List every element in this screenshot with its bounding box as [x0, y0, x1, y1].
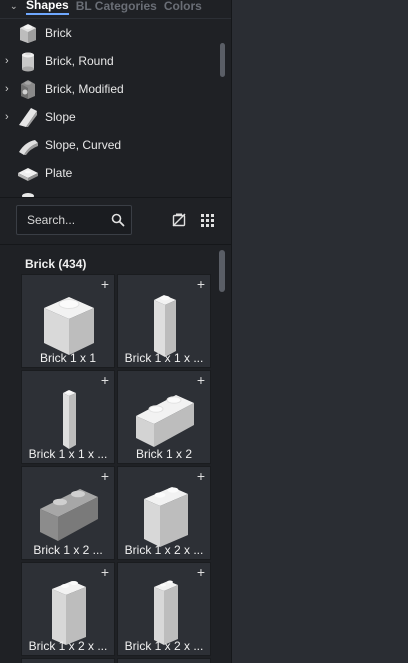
- chevron-right-icon[interactable]: ›: [5, 83, 14, 95]
- chevron-right-icon[interactable]: ›: [5, 55, 14, 67]
- plate-icon: [17, 162, 39, 184]
- part-tile-partial[interactable]: [21, 658, 115, 663]
- part-tile-brick-1x2x3[interactable]: + Brick 1 x 2 x ...: [21, 562, 115, 656]
- grid-scrollbar[interactable]: [219, 250, 225, 292]
- search-box[interactable]: [16, 205, 132, 235]
- tree-item-plate[interactable]: Plate: [0, 159, 231, 187]
- part-label: Brick 1 x 1: [39, 351, 96, 365]
- tree-item-label: Plate: [45, 166, 73, 180]
- tree-item-label: Slope: [45, 110, 76, 124]
- part-tile-brick-1x2x3b[interactable]: + Brick 1 x 2 x ...: [117, 562, 211, 656]
- chevron-down-icon[interactable]: ⌄: [10, 1, 22, 12]
- tree-item-brick-modified[interactable]: › Brick, Modified: [0, 75, 231, 103]
- add-part-icon[interactable]: +: [101, 565, 109, 579]
- brick-icon: [17, 22, 39, 44]
- tree-item-label: Slope, Curved: [45, 138, 122, 152]
- tree-item-brick[interactable]: Brick: [0, 19, 231, 47]
- add-part-icon[interactable]: +: [101, 277, 109, 291]
- grid-header: Brick (434): [25, 257, 87, 271]
- tree-item-label: Brick: [45, 26, 72, 40]
- part-label: Brick 1 x 1 x ...: [124, 351, 204, 365]
- tab-bl-categories[interactable]: BL Categories: [76, 0, 157, 13]
- tab-colors[interactable]: Colors: [164, 0, 202, 13]
- tree-item-partial[interactable]: [0, 187, 231, 197]
- divider: [0, 244, 231, 245]
- search-input[interactable]: [25, 212, 115, 228]
- part-label: Brick 1 x 2 x ...: [124, 639, 204, 653]
- add-part-icon[interactable]: +: [197, 277, 205, 291]
- tab-shapes[interactable]: Shapes: [26, 0, 69, 15]
- part-label: Brick 1 x 2 x ...: [124, 543, 204, 557]
- part-tile-brick-1x1-tall[interactable]: + Brick 1 x 1 x ...: [117, 274, 211, 368]
- category-tree: Brick › Brick, Round › Brick, Modified ›…: [0, 18, 231, 197]
- modified-brick-icon: [17, 78, 39, 100]
- filter-icon[interactable]: [171, 212, 187, 228]
- tree-item-brick-round[interactable]: › Brick, Round: [0, 47, 231, 75]
- tree-item-label: Brick, Modified: [45, 82, 124, 96]
- part-tile-brick-1x2[interactable]: + Brick 1 x 2: [117, 370, 211, 464]
- round-brick-icon: [17, 50, 39, 72]
- add-part-icon[interactable]: +: [197, 469, 205, 483]
- add-part-icon[interactable]: +: [101, 373, 109, 387]
- divider: [0, 197, 231, 198]
- part-label: Brick 1 x 1 x ...: [28, 447, 108, 461]
- parts-panel: ⌄ Shapes BL Categories Colors Brick › Br…: [0, 0, 232, 663]
- add-part-icon[interactable]: +: [197, 373, 205, 387]
- part-label: Brick 1 x 2 x ...: [28, 639, 108, 653]
- part-tile-brick-1x2x2[interactable]: + Brick 1 x 2 x ...: [117, 466, 211, 560]
- tab-bar: ⌄ Shapes BL Categories Colors: [0, 0, 231, 18]
- add-part-icon[interactable]: +: [101, 469, 109, 483]
- grid-view-icon[interactable]: [199, 212, 215, 228]
- add-part-icon[interactable]: +: [197, 565, 205, 579]
- part-label: Brick 1 x 2: [135, 447, 192, 461]
- search-icon[interactable]: [111, 213, 125, 232]
- curved-slope-icon: [17, 134, 39, 156]
- chevron-right-icon[interactable]: ›: [5, 111, 14, 123]
- viewport-area[interactable]: [232, 0, 408, 663]
- tree-item-slope[interactable]: › Slope: [0, 103, 231, 131]
- slope-icon: [17, 106, 39, 128]
- part-tile-brick-1x2-grey[interactable]: + Brick 1 x 2 ...: [21, 466, 115, 560]
- part-tile-brick-1x1-vtall[interactable]: + Brick 1 x 1 x ...: [21, 370, 115, 464]
- tree-scrollbar[interactable]: [220, 43, 225, 77]
- part-label: Brick 1 x 2 ...: [33, 543, 103, 557]
- tree-item-label: Brick, Round: [45, 54, 114, 68]
- part-tile-partial[interactable]: [117, 658, 211, 663]
- tree-item-slope-curved[interactable]: Slope, Curved: [0, 131, 231, 159]
- part-tile-brick-1x1[interactable]: + Brick 1 x 1: [21, 274, 115, 368]
